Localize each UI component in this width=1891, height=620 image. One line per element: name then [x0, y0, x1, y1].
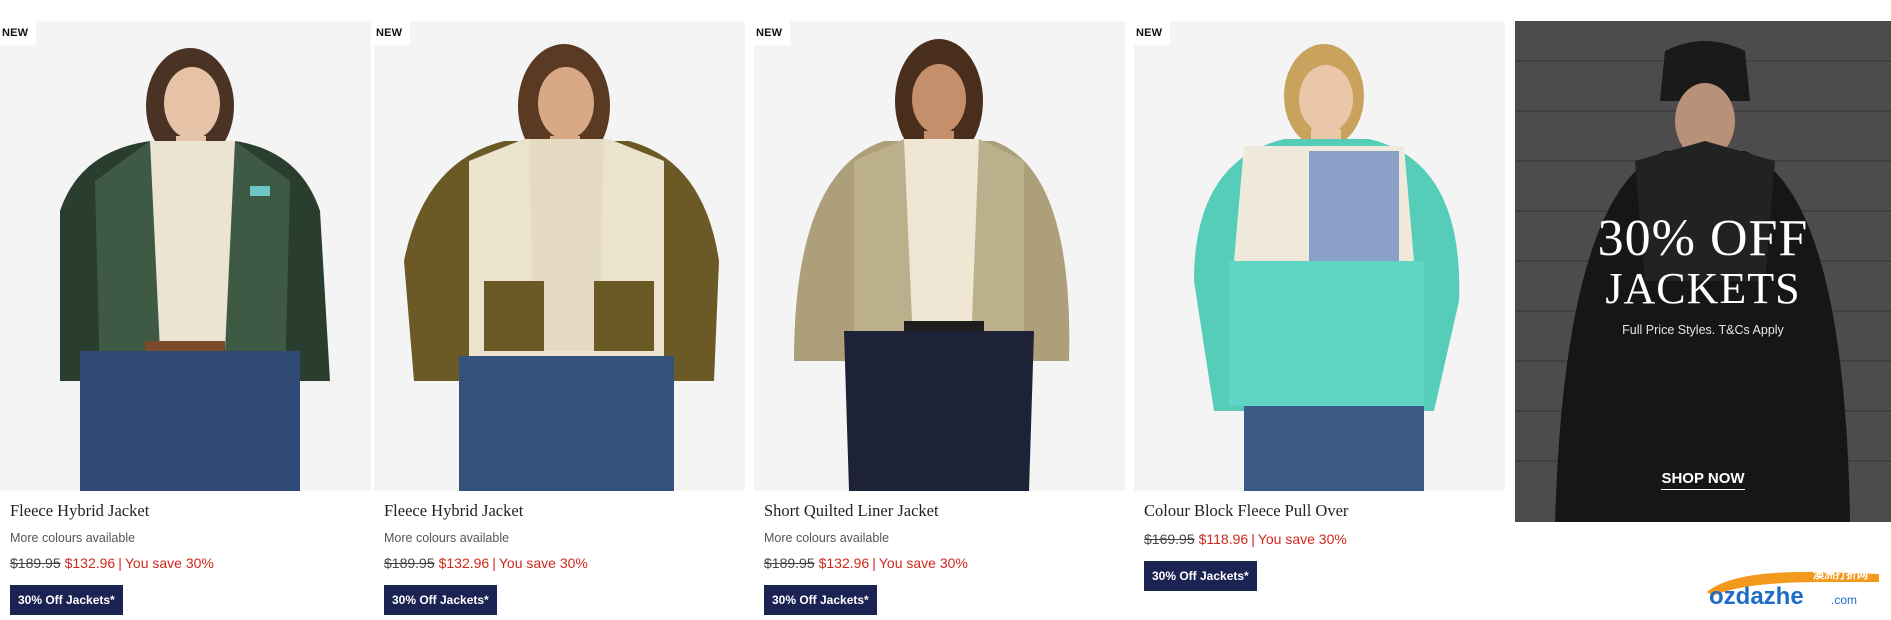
product-image[interactable]: NEW — [374, 21, 745, 491]
promo-headline: 30% OFF — [1597, 210, 1809, 267]
product-card[interactable]: NEW Fleece Hybrid Jacket More colours av… — [0, 21, 371, 615]
promo-subheadline: JACKETS — [1605, 264, 1801, 313]
savings-text: You save 30% — [1257, 531, 1347, 547]
watermark-logo: 澳洲打折网 ozdazhe .com — [1707, 567, 1879, 610]
savings-text: You save 30% — [498, 555, 588, 571]
sale-price: $132.96 — [64, 555, 116, 571]
promo-tag-button[interactable]: 30% Off Jackets* — [764, 585, 877, 615]
price-separator: | — [1251, 531, 1255, 547]
new-badge: NEW — [0, 21, 37, 45]
price-separator: | — [492, 555, 496, 571]
model-photo — [1194, 44, 1460, 491]
price-row: $189.95 $132.96 | You save 30% — [764, 555, 1125, 573]
product-title[interactable]: Fleece Hybrid Jacket — [10, 501, 371, 523]
price-separator: | — [118, 555, 122, 571]
product-title[interactable]: Short Quilted Liner Jacket — [764, 501, 1125, 523]
product-card[interactable]: NEW Fleece Hybrid Jacket More colours av… — [374, 21, 745, 615]
price-row: $169.95 $118.96 | You save 30% — [1144, 531, 1505, 549]
shop-now-label[interactable]: SHOP NOW — [1661, 470, 1745, 490]
price-row: $189.95 $132.96 | You save 30% — [10, 555, 371, 573]
promo-tag-button[interactable]: 30% Off Jackets* — [1144, 561, 1257, 591]
watermark-tld: .com — [1831, 593, 1857, 607]
model-photo — [404, 44, 719, 491]
product-image[interactable]: NEW — [0, 21, 371, 491]
more-colours-note: More colours available — [384, 531, 510, 545]
original-price: $189.95 — [764, 555, 815, 571]
product-card[interactable]: NEW Short Quilted Liner Jacket More colo… — [754, 21, 1125, 615]
model-photo — [794, 39, 1070, 491]
sale-price: $132.96 — [818, 555, 870, 571]
original-price: $189.95 — [384, 555, 435, 571]
promo-tag-button[interactable]: 30% Off Jackets* — [10, 585, 123, 615]
product-image[interactable]: NEW — [1134, 21, 1505, 491]
more-colours-note: More colours available — [764, 531, 890, 545]
product-card[interactable]: NEW Colour Block Fleece Pull Over $169.9… — [1134, 21, 1505, 591]
price-separator: | — [872, 555, 876, 571]
watermark-tag: 澳洲打折网 — [1813, 567, 1868, 581]
new-badge: NEW — [1134, 21, 1171, 45]
price-row: $189.95 $132.96 | You save 30% — [384, 555, 745, 573]
original-price: $189.95 — [10, 555, 61, 571]
new-badge: NEW — [374, 21, 411, 45]
new-badge: NEW — [754, 21, 791, 45]
sale-price: $132.96 — [438, 555, 490, 571]
savings-text: You save 30% — [124, 555, 214, 571]
more-colours-note: More colours available — [10, 531, 136, 545]
product-title[interactable]: Colour Block Fleece Pull Over — [1144, 501, 1505, 523]
promo-banner[interactable]: 30% OFF JACKETS Full Price Styles. T&Cs … — [1515, 21, 1891, 522]
product-image[interactable]: NEW — [754, 21, 1125, 491]
savings-text: You save 30% — [878, 555, 968, 571]
promo-terms: Full Price Styles. T&Cs Apply — [1622, 323, 1784, 337]
product-title[interactable]: Fleece Hybrid Jacket — [384, 501, 745, 523]
original-price: $169.95 — [1144, 531, 1195, 547]
shop-now-link[interactable]: SHOP NOW — [1515, 470, 1891, 490]
sale-price: $118.96 — [1198, 531, 1249, 547]
promo-tag-button[interactable]: 30% Off Jackets* — [384, 585, 497, 615]
watermark-brand: ozdazhe — [1709, 583, 1804, 610]
model-photo — [60, 48, 330, 491]
